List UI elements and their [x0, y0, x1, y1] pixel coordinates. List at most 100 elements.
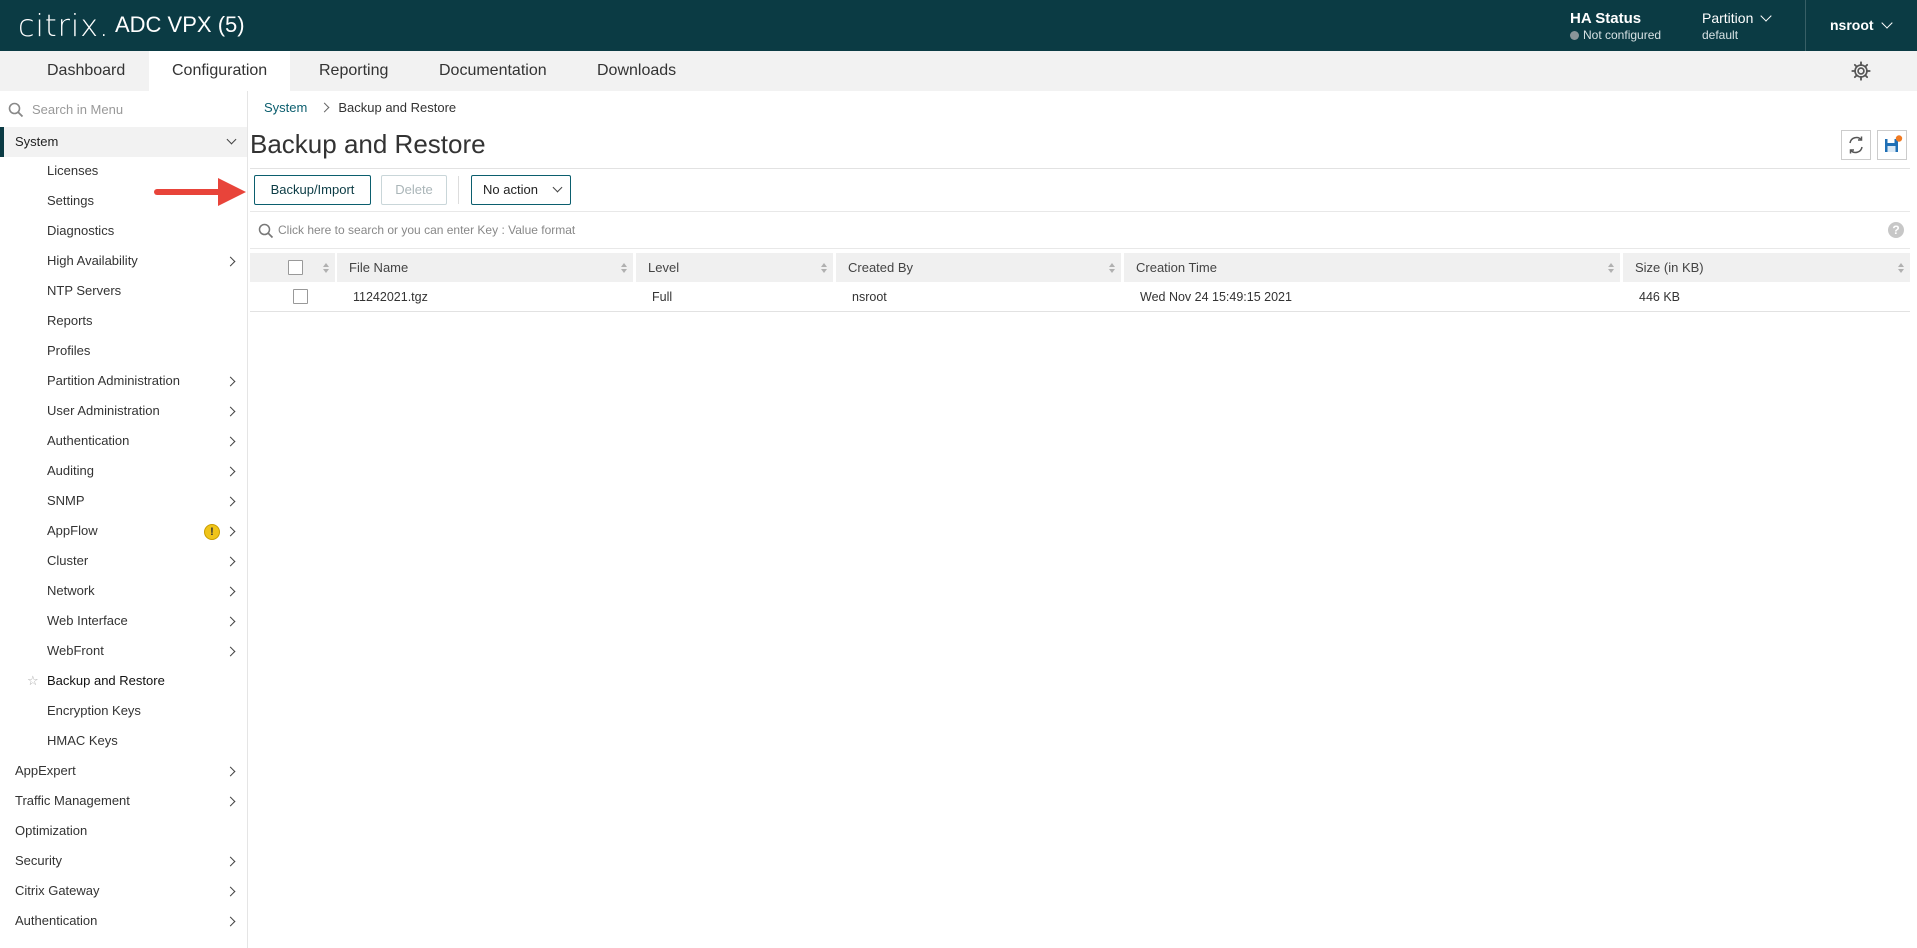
sidebar-item-label: Auditing — [47, 463, 94, 478]
chevron-right-icon — [225, 796, 236, 807]
sidebar-item-label: Citrix Gateway — [15, 883, 100, 898]
sidebar-item-diagnostics[interactable]: Diagnostics — [0, 217, 247, 247]
action-select[interactable]: No action — [471, 175, 571, 205]
sidebar-item-appflow[interactable]: AppFlow! — [0, 517, 247, 547]
user-menu[interactable]: nsroot — [1830, 17, 1893, 33]
top-header: citrix. ADC VPX (5) HA Status Not config… — [0, 0, 1917, 51]
tab-dashboard[interactable]: Dashboard — [24, 51, 148, 91]
ha-status-label: HA Status — [1570, 10, 1642, 27]
user-name: nsroot — [1830, 17, 1874, 33]
chevron-down-icon — [226, 134, 237, 145]
sidebar-item-cluster[interactable]: Cluster — [0, 547, 247, 577]
chevron-right-icon — [225, 916, 236, 927]
sort-icon[interactable] — [821, 263, 827, 273]
sidebar-item-label: Diagnostics — [47, 223, 115, 238]
sidebar-item-label: NTP Servers — [47, 283, 122, 298]
select-all-column — [250, 253, 335, 282]
delete-button[interactable]: Delete — [381, 175, 447, 205]
sidebar-item-network[interactable]: Network — [0, 577, 247, 607]
refresh-button[interactable] — [1841, 130, 1871, 160]
sidebar-item-label: Security — [15, 853, 62, 868]
cell-created-by: nsroot — [852, 290, 887, 304]
cell-size: 446 KB — [1639, 290, 1681, 304]
sidebar-item-auditing[interactable]: Auditing — [0, 457, 247, 487]
sidebar-item-webfront[interactable]: WebFront — [0, 637, 247, 667]
sort-icon[interactable] — [323, 263, 329, 273]
chevron-right-icon — [225, 376, 236, 387]
sidebar-item-label: Traffic Management — [15, 793, 130, 808]
gear-icon[interactable] — [1850, 60, 1872, 82]
sort-icon[interactable] — [621, 263, 627, 273]
sidebar-item-label: Settings — [47, 193, 94, 208]
chevron-right-icon — [225, 856, 236, 867]
sidebar-item-optimization[interactable]: Optimization — [0, 817, 247, 847]
cell-level: Full — [652, 290, 673, 304]
chevron-right-icon — [225, 496, 236, 507]
chevron-right-icon — [225, 556, 236, 567]
sidebar-item-traffic-management[interactable]: Traffic Management — [0, 787, 247, 817]
sidebar-item-hmac-keys[interactable]: HMAC Keys — [0, 727, 247, 757]
sidebar-item-reports[interactable]: Reports — [0, 307, 247, 337]
tab-downloads[interactable]: Downloads — [574, 51, 699, 91]
sidebar-item-label: Authentication — [15, 913, 98, 928]
sort-icon[interactable] — [1608, 263, 1614, 273]
search-icon — [8, 102, 24, 118]
app-title: ADC VPX (5) — [115, 12, 245, 37]
sidebar-item-appexpert[interactable]: AppExpert — [0, 757, 247, 787]
toolbar-divider — [250, 168, 1910, 169]
sidebar-item-label: Cluster — [47, 553, 89, 568]
menu-search-input[interactable]: Search in Menu — [8, 99, 240, 121]
sidebar-item-authentication[interactable]: Authentication — [0, 427, 247, 457]
sidebar-item-label: System — [15, 134, 59, 149]
tab-configuration[interactable]: Configuration — [149, 51, 291, 91]
chevron-down-icon — [1880, 17, 1893, 29]
column-header-size[interactable]: Size (in KB) — [1623, 253, 1910, 282]
sidebar-item-user-administration[interactable]: User Administration — [0, 397, 247, 427]
ha-status[interactable]: HA Status Not configured — [1570, 10, 1661, 42]
save-config-button[interactable] — [1877, 130, 1907, 160]
sidebar-item-high-availability[interactable]: High Availability — [0, 247, 247, 277]
table-row[interactable]: 11242021.tgz Full nsroot Wed Nov 24 15:4… — [250, 282, 1910, 312]
star-icon[interactable]: ☆ — [27, 673, 39, 689]
save-icon — [1885, 135, 1903, 152]
annotation-arrow — [154, 178, 246, 206]
breadcrumb: System Backup and Restore — [264, 100, 456, 115]
table-search-input[interactable]: Click here to search or you can enter Ke… — [250, 211, 1910, 249]
ha-status-value: Not configured — [1583, 28, 1662, 42]
backup-import-button[interactable]: Backup/Import — [254, 175, 371, 205]
sidebar-item-encryption-keys[interactable]: Encryption Keys — [0, 697, 247, 727]
chevron-down-icon — [1760, 10, 1773, 22]
sidebar-item-label: Licenses — [47, 163, 99, 178]
column-header-file-name[interactable]: File Name — [337, 253, 633, 282]
sidebar-item-partition-administration[interactable]: Partition Administration — [0, 367, 247, 397]
row-checkbox[interactable] — [293, 289, 308, 304]
sidebar-item-security[interactable]: Security — [0, 847, 247, 877]
partition-selector[interactable]: Partition default — [1702, 10, 1773, 42]
sidebar-item-profiles[interactable]: Profiles — [0, 337, 247, 367]
sidebar-item-label: Authentication — [47, 433, 130, 448]
breadcrumb-system-link[interactable]: System — [264, 100, 307, 115]
chevron-right-icon — [225, 406, 236, 417]
column-header-level[interactable]: Level — [636, 253, 833, 282]
select-all-checkbox[interactable] — [288, 260, 303, 275]
chevron-right-icon — [225, 766, 236, 777]
tab-documentation[interactable]: Documentation — [416, 51, 570, 91]
sidebar-item-authentication-top[interactable]: Authentication — [0, 907, 247, 937]
sort-icon[interactable] — [1109, 263, 1115, 273]
sidebar-item-backup-and-restore[interactable]: ☆ Backup and Restore — [0, 667, 247, 697]
sidebar-item-label: SNMP — [47, 493, 85, 508]
tab-reporting[interactable]: Reporting — [296, 51, 411, 91]
sort-icon[interactable] — [1898, 263, 1904, 273]
column-header-created-by[interactable]: Created By — [836, 253, 1121, 282]
help-icon[interactable]: ? — [1888, 222, 1904, 238]
sidebar-item-ntp-servers[interactable]: NTP Servers — [0, 277, 247, 307]
chevron-right-icon — [225, 886, 236, 897]
sidebar-item-label: HMAC Keys — [47, 733, 118, 748]
sidebar-item-system[interactable]: System — [0, 127, 247, 157]
sidebar-item-snmp[interactable]: SNMP — [0, 487, 247, 517]
column-header-creation-time[interactable]: Creation Time — [1124, 253, 1620, 282]
sidebar-item-web-interface[interactable]: Web Interface — [0, 607, 247, 637]
warning-icon: ! — [204, 524, 220, 540]
chevron-right-icon — [225, 616, 236, 627]
sidebar-item-citrix-gateway[interactable]: Citrix Gateway — [0, 877, 247, 907]
